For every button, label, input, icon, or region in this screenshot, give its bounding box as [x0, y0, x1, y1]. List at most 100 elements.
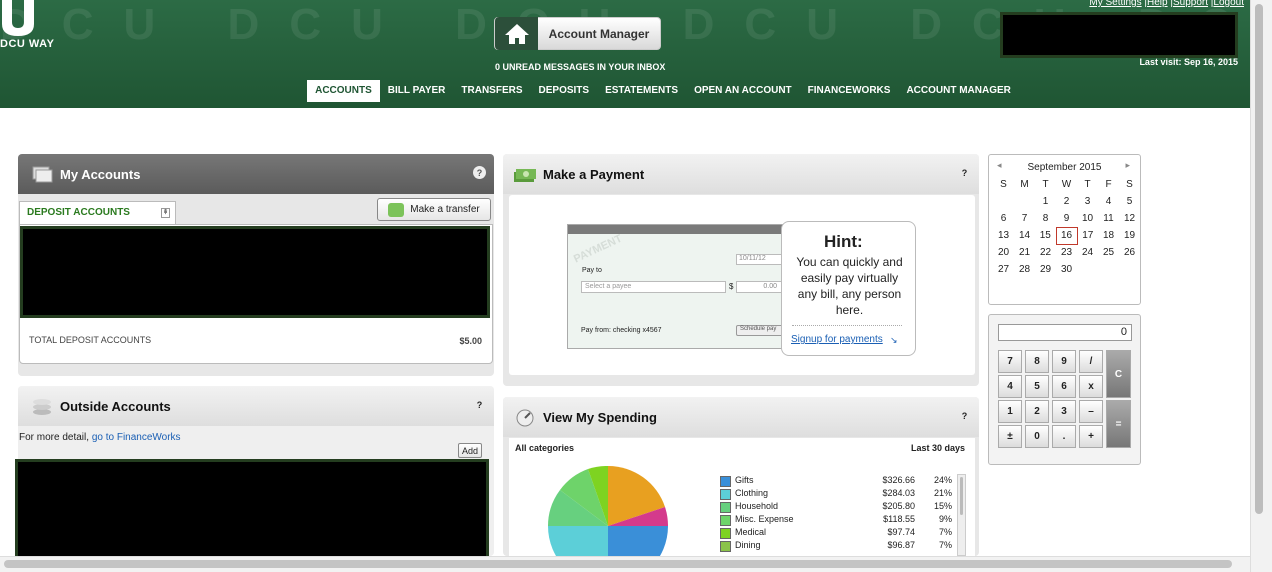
calendar-day[interactable]: 23 [1056, 244, 1077, 261]
calendar-day[interactable]: 29 [1035, 261, 1056, 278]
help-icon[interactable]: ? [473, 166, 486, 179]
financeworks-link[interactable]: go to FinanceWorks [92, 432, 181, 443]
total-deposit-label: TOTAL DEPOSIT ACCOUNTS [29, 335, 152, 345]
calculator-key[interactable]: 8 [1025, 350, 1049, 373]
calendar-day[interactable]: 13 [993, 227, 1014, 244]
menu-account-manager[interactable]: ACCOUNT MANAGER [898, 80, 1018, 102]
calendar-day[interactable]: 1 [1035, 193, 1056, 210]
make-transfer-button[interactable]: Make a transfer [377, 198, 491, 221]
outside-accounts-panel: Outside Accounts ? For more detail, go t… [15, 386, 494, 556]
clear-key[interactable]: C [1106, 350, 1131, 398]
calendar-day[interactable]: 18 [1098, 227, 1119, 244]
calculator-key[interactable]: – [1079, 400, 1103, 423]
legend-scrollbar[interactable] [957, 474, 966, 556]
calendar-day[interactable]: 6 [993, 210, 1014, 227]
calendar-day[interactable]: 30 [1056, 261, 1077, 278]
help-icon[interactable]: ? [958, 166, 971, 179]
calculator-key[interactable]: . [1052, 425, 1076, 448]
menu-deposits[interactable]: DEPOSITS [531, 80, 598, 102]
calendar-day[interactable]: 9 [1056, 210, 1077, 227]
spending-pie-chart[interactable] [548, 466, 668, 556]
calculator-key[interactable]: ± [998, 425, 1022, 448]
help-icon[interactable]: ? [958, 409, 971, 422]
weekday-header: T [1042, 179, 1049, 190]
calculator-key[interactable]: 6 [1052, 375, 1076, 398]
period-label[interactable]: Last 30 days [911, 443, 965, 453]
deposit-accounts-list: TOTAL DEPOSIT ACCOUNTS $5.00 [19, 224, 493, 364]
calendar-day[interactable]: 20 [993, 244, 1014, 261]
horizontal-scroll-thumb[interactable] [4, 560, 1232, 568]
category-filter[interactable]: All categories [515, 443, 574, 453]
calendar-day[interactable]: 17 [1077, 227, 1098, 244]
my-settings-link[interactable]: My Settings [1089, 0, 1141, 8]
redacted-accounts [20, 226, 490, 318]
legend-row[interactable]: Clothing $284.03 21% [720, 488, 955, 501]
calendar-day[interactable]: 22 [1035, 244, 1056, 261]
calculator-key[interactable]: 3 [1052, 400, 1076, 423]
calculator-key[interactable]: 9 [1052, 350, 1076, 373]
legend-row[interactable]: Dining $96.87 7% [720, 540, 955, 553]
calendar-grid: SMTWTFS 1 2 3 4 5 6 7 8 9 10 11 12 13 14 15 16 17 18 19 20 2… [993, 176, 1140, 278]
calculator-key[interactable]: x [1079, 375, 1103, 398]
calendar-day[interactable]: 7 [1014, 210, 1035, 227]
legend-row[interactable]: Medical $97.74 7% [720, 527, 955, 540]
calendar-day[interactable]: 25 [1098, 244, 1119, 261]
arrow-link-icon: ↘ [890, 335, 898, 345]
calendar-day[interactable]: 5 [1119, 193, 1140, 210]
calendar-day[interactable]: 4 [1098, 193, 1119, 210]
prev-month-icon[interactable]: ◂ [997, 160, 1002, 171]
legend-row[interactable]: Gifts $326.66 24% [720, 475, 955, 488]
calculator-key[interactable]: 7 [998, 350, 1022, 373]
calendar-empty-cell [1077, 261, 1098, 278]
menu-bill-payer[interactable]: BILL PAYER [380, 80, 454, 102]
menu-accounts[interactable]: ACCOUNTS [307, 80, 380, 102]
dcu-logo-icon[interactable] [0, 0, 40, 36]
calendar-day[interactable]: 16 [1055, 226, 1078, 245]
calendar-day[interactable]: 12 [1119, 210, 1140, 227]
calendar-day[interactable]: 24 [1077, 244, 1098, 261]
vertical-scroll-thumb[interactable] [1255, 4, 1263, 514]
inbox-status[interactable]: 0 UNREAD MESSAGES IN YOUR INBOX [495, 62, 665, 72]
account-manager-button[interactable]: Account Manager [494, 17, 661, 50]
next-month-icon[interactable]: ▸ [1125, 160, 1130, 171]
calendar-day[interactable]: 15 [1035, 227, 1056, 244]
calendar-day[interactable]: 26 [1119, 244, 1140, 261]
help-link[interactable]: Help [1147, 0, 1168, 8]
calendar-day[interactable]: 10 [1077, 210, 1098, 227]
calculator-key[interactable]: 5 [1025, 375, 1049, 398]
calendar-day[interactable]: 8 [1035, 210, 1056, 227]
calendar-day[interactable]: 21 [1014, 244, 1035, 261]
legend-amount: $97.74 [887, 527, 915, 537]
calendar-day[interactable]: 19 [1119, 227, 1140, 244]
calendar-day[interactable]: 3 [1077, 193, 1098, 210]
calendar-day[interactable]: 28 [1014, 261, 1035, 278]
horizontal-scrollbar[interactable] [0, 556, 1250, 572]
menu-transfers[interactable]: TRANSFERS [453, 80, 530, 102]
menu-estatements[interactable]: ESTATEMENTS [597, 80, 686, 102]
calculator-key[interactable]: 0 [1025, 425, 1049, 448]
calculator-key[interactable]: 1 [998, 400, 1022, 423]
menu-open-an-account[interactable]: OPEN AN ACCOUNT [686, 80, 800, 102]
vertical-scrollbar[interactable] [1250, 0, 1272, 572]
signup-payments-link[interactable]: Signup for payments [791, 334, 883, 345]
calculator-key[interactable]: / [1079, 350, 1103, 373]
calendar-day[interactable]: 27 [993, 261, 1014, 278]
tab-deposit-accounts[interactable]: DEPOSIT ACCOUNTS ⇞ [19, 201, 176, 225]
calendar-day[interactable]: 14 [1014, 227, 1035, 244]
help-icon[interactable]: ? [473, 398, 486, 411]
logout-link[interactable]: Logout [1213, 0, 1244, 8]
calculator-key[interactable]: 4 [998, 375, 1022, 398]
equals-key[interactable]: = [1106, 400, 1131, 448]
legend-percent: 9% [938, 514, 952, 524]
legend-row[interactable]: Household $205.80 15% [720, 501, 955, 514]
utility-links: My Settings |Help |Support |Logout [1089, 0, 1244, 8]
calculator-key[interactable]: + [1079, 425, 1103, 448]
calendar-day[interactable]: 11 [1098, 210, 1119, 227]
collapse-icon[interactable]: ⇞ [161, 208, 170, 218]
calendar-day[interactable]: 2 [1056, 193, 1077, 210]
calculator-key[interactable]: 2 [1025, 400, 1049, 423]
menu-financeworks[interactable]: FINANCEWORKS [800, 80, 899, 102]
legend-row[interactable]: Misc. Expense $118.55 9% [720, 514, 955, 527]
add-account-button[interactable]: Add [458, 443, 482, 458]
support-link[interactable]: Support [1173, 0, 1208, 8]
